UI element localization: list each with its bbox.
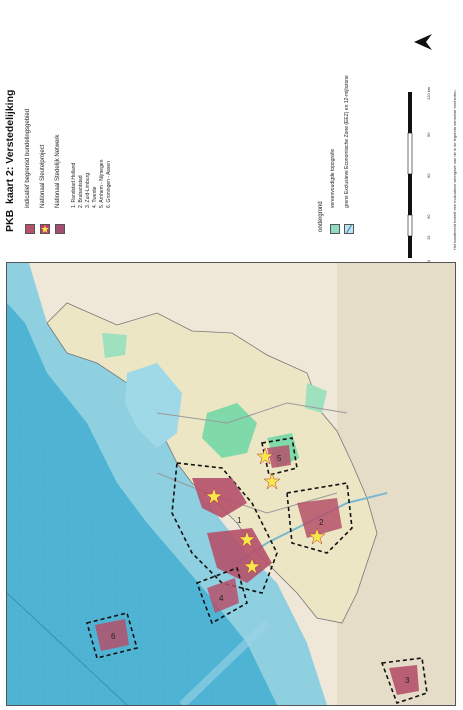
scale-tick: 15 (426, 235, 431, 240)
legend-item-label: Nationaal Sleutelproject (40, 144, 46, 208)
network-label: 5 (277, 454, 282, 463)
stedelijk-netwerk-swatch (55, 224, 65, 234)
title-prefix: PKB (4, 209, 16, 232)
sleutelproject-swatch (40, 224, 50, 234)
star-icon (41, 225, 49, 233)
legend-panel: PKB kaart 2: Verstedelijking indicatief … (0, 0, 463, 262)
disclaimer-note: Het kaartbeeld betreft een indicatieve w… (452, 89, 457, 250)
network-label: 1 (237, 516, 242, 525)
title-text: kaart 2: Verstedelijking (4, 89, 16, 204)
network-label: 6 (111, 632, 116, 641)
scale-tick: 30 (426, 214, 431, 219)
scale-tick: 60 (426, 173, 431, 178)
scale-bar (407, 92, 413, 258)
map-title: PKB kaart 2: Verstedelijking (4, 90, 16, 232)
scale-tick: 90 (426, 132, 431, 137)
eez-line-icon (346, 225, 352, 233)
network-label: 4 (219, 594, 224, 603)
network-item: 6. Groningen - Assen (106, 161, 112, 208)
nature-area (102, 333, 127, 358)
network-item: 5. Arnhem - Nijmegen (99, 159, 105, 208)
eez-swatch (344, 224, 354, 234)
network-item: 4. Twente (92, 186, 98, 208)
map-svg: 1 2 3 4 5 6 (7, 263, 455, 705)
scale-tick: 120 km (426, 86, 431, 100)
network-label: 3 (405, 676, 410, 685)
underground-item-label: vereenvoudigde topografie (330, 148, 336, 208)
legend-item-label: indicatief begrensd bundelingsgebied (25, 108, 31, 208)
network-item: 2. Brabantstad (78, 175, 84, 208)
network-label: 2 (319, 518, 324, 527)
bundeling-swatch (25, 224, 35, 234)
topografie-swatch (330, 224, 340, 234)
underground-item-label: grens Exclusieve Economische Zone (EEZ) … (344, 75, 350, 208)
underground-title: ondergrond (318, 201, 324, 232)
network-item: 1. Randstad Holland (71, 162, 77, 208)
north-arrow-icon (414, 34, 432, 50)
legend-item-label: Nationaal Stedelijk Netwerk (55, 134, 61, 208)
network-item: 3. Zuid-Limburg (85, 172, 91, 208)
map-canvas[interactable]: 1 2 3 4 5 6 (6, 262, 456, 706)
